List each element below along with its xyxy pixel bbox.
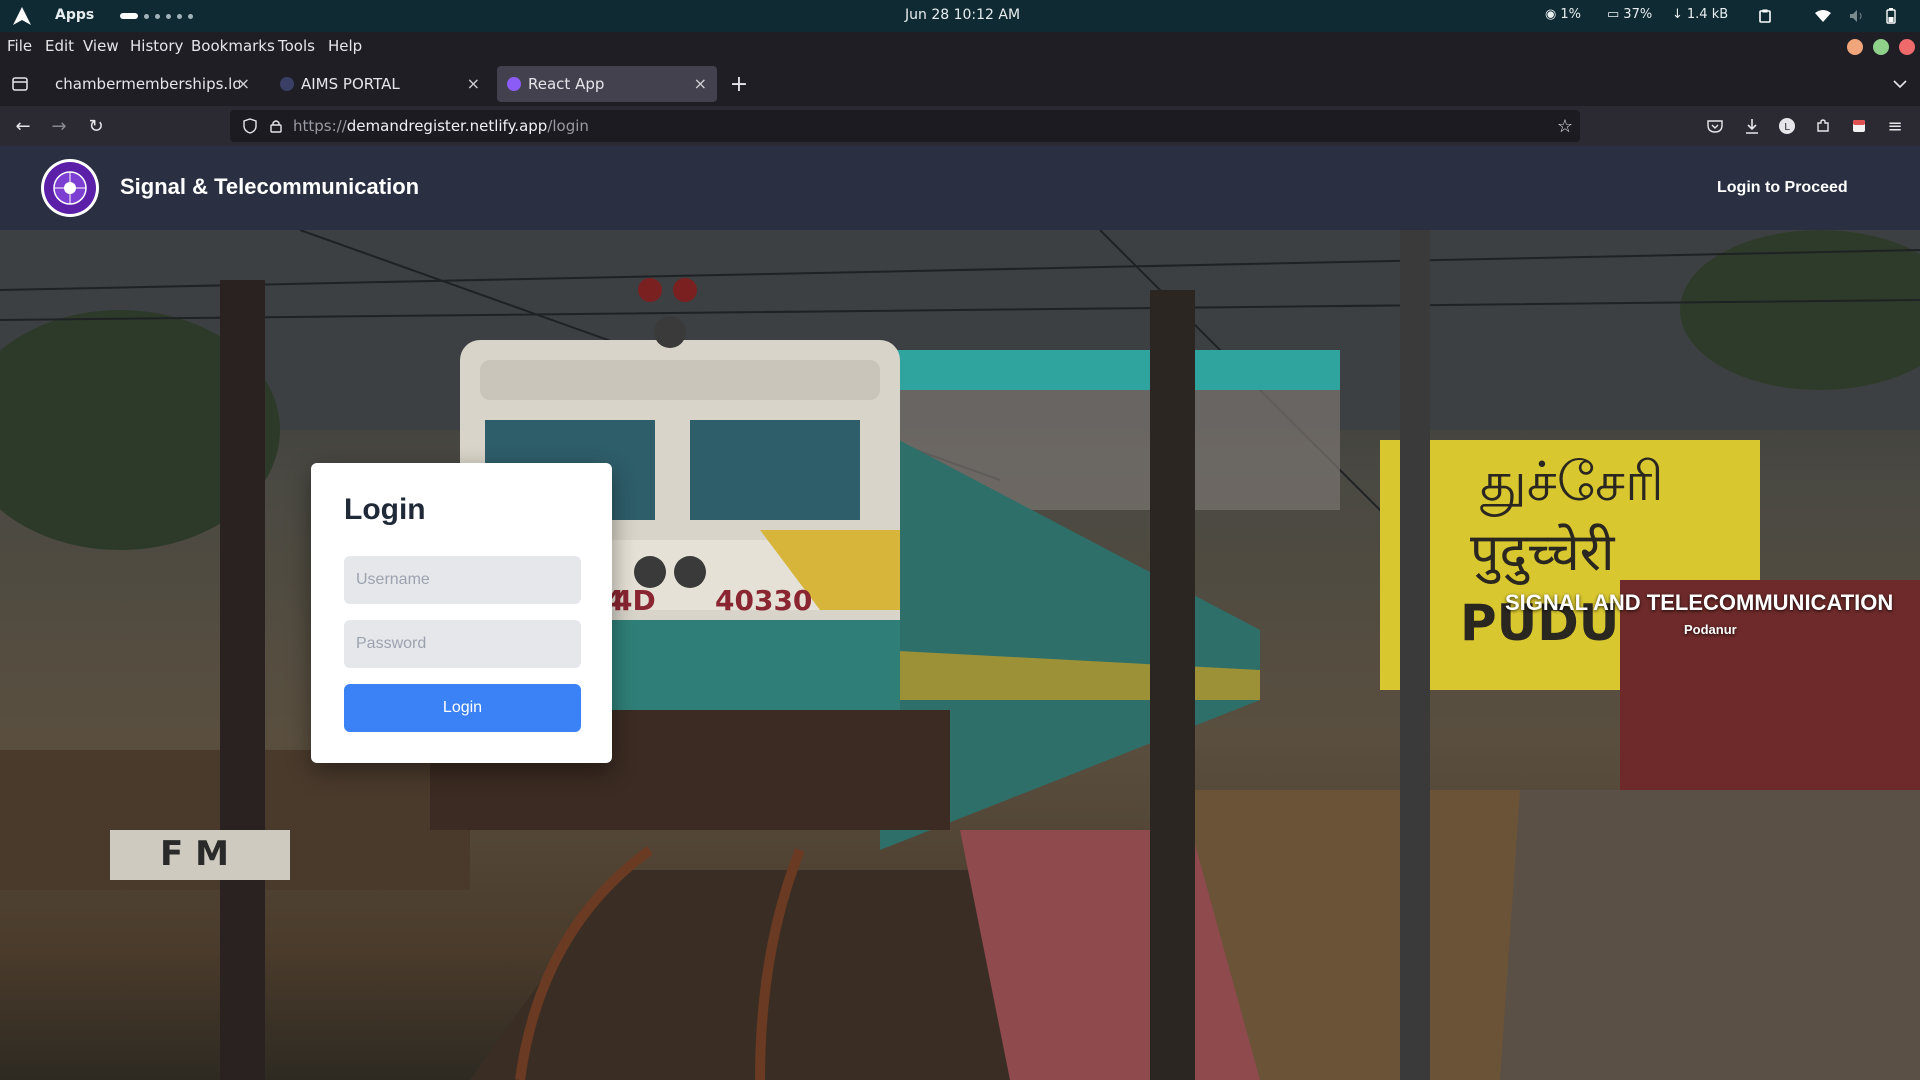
indian-railways-logo-icon[interactable] [40, 158, 100, 218]
pocket-icon[interactable] [1703, 114, 1727, 138]
memory-icon: ▭ [1607, 7, 1620, 22]
loco-number-text: 40330 [715, 584, 812, 617]
svg-text:L: L [1784, 122, 1790, 133]
tab-title: React App [528, 75, 605, 93]
lock-icon[interactable] [264, 114, 288, 138]
web-page: Signal & Telecommunication Login to Proc… [0, 146, 1920, 1080]
clipboard-icon[interactable] [1756, 7, 1774, 25]
url-scheme: https:// [293, 117, 347, 135]
tab-react-app[interactable]: React App × [497, 66, 717, 102]
wifi-icon[interactable] [1814, 7, 1832, 25]
downloads-icon[interactable] [1740, 114, 1764, 138]
memory-indicator: ▭ 37% [1607, 7, 1652, 22]
loco-prefix-text: 4D [613, 584, 656, 617]
login-to-proceed-link[interactable]: Login to Proceed [1717, 179, 1848, 197]
tab-overview-icon[interactable] [8, 72, 32, 96]
login-card: Login Login [311, 463, 612, 763]
login-button[interactable]: Login [344, 684, 581, 732]
new-tab-button[interactable]: + [727, 72, 751, 97]
railway-station-photo: துச்சேரி पुदुच्चेरी PUDUCH 4 4D 40330 F … [0, 230, 1920, 1080]
shield-icon[interactable] [238, 114, 262, 138]
extension-red-icon[interactable] [1847, 114, 1871, 138]
close-tab-icon[interactable]: × [237, 74, 250, 93]
battery-icon[interactable] [1882, 7, 1900, 25]
site-brand-title[interactable]: Signal & Telecommunication [120, 174, 419, 200]
apps-button[interactable]: Apps [55, 7, 94, 23]
sign-hindi-text: पुदुच्चेरी [1470, 523, 1616, 585]
workspace-indicator[interactable] [120, 13, 193, 19]
menu-view[interactable]: View [83, 37, 119, 55]
fm-marker-text: F M [160, 834, 229, 874]
tab-bar: chambermemberships.lokes × AIMS PORTAL ×… [0, 62, 1920, 106]
cpu-indicator: ◉ 1% [1545, 7, 1581, 22]
aims-favicon-icon [280, 77, 294, 91]
browser-menubar: File Edit View History Bookmarks Tools H… [0, 32, 1920, 62]
list-all-tabs-icon[interactable] [1888, 72, 1912, 96]
hero-subtitle: Podanur [1684, 622, 1737, 637]
download-arrow-icon: ↓ [1672, 7, 1683, 22]
menu-tools[interactable]: Tools [278, 37, 315, 55]
memory-value: 37% [1623, 7, 1653, 22]
clock[interactable]: Jun 28 10:12 AM [905, 7, 1020, 23]
menu-edit[interactable]: Edit [45, 37, 74, 55]
maximize-window-button[interactable] [1873, 39, 1889, 55]
hamburger-menu-icon[interactable]: ≡ [1883, 114, 1907, 138]
extensions-icon[interactable] [1811, 114, 1835, 138]
cpu-value: 1% [1560, 7, 1581, 22]
password-input[interactable] [344, 620, 581, 668]
site-header: Signal & Telecommunication Login to Proc… [0, 146, 1920, 230]
menu-history[interactable]: History [130, 37, 183, 55]
url-text[interactable]: https://demandregister.netlify.app/login [293, 117, 589, 135]
url-path: /login [547, 117, 589, 135]
cpu-icon: ◉ [1545, 7, 1557, 22]
reload-icon[interactable]: ↻ [84, 114, 108, 138]
username-input[interactable] [344, 556, 581, 604]
login-heading: Login [344, 493, 426, 526]
menu-help[interactable]: Help [328, 37, 362, 55]
close-tab-icon[interactable]: × [694, 74, 707, 93]
tab-chambermemberships[interactable]: chambermemberships.lokes × [40, 66, 260, 102]
close-tab-icon[interactable]: × [467, 74, 480, 93]
volume-icon[interactable] [1848, 7, 1866, 25]
menu-file[interactable]: File [7, 37, 32, 55]
tab-aims-portal[interactable]: AIMS PORTAL × [270, 66, 490, 102]
hero-background: துச்சேரி पुदुच्चेरी PUDUCH 4 4D 40330 F … [0, 230, 1920, 1080]
tab-title: AIMS PORTAL [301, 75, 400, 93]
hero-title: SIGNAL AND TELECOMMUNICATION [1505, 590, 1894, 615]
react-favicon-icon [507, 77, 521, 91]
url-bar[interactable]: https://demandregister.netlify.app/login… [230, 110, 1580, 142]
url-host: demandregister.netlify.app [346, 117, 548, 135]
network-value: 1.4 kB [1686, 7, 1729, 22]
menu-bookmarks[interactable]: Bookmarks [191, 37, 275, 55]
account-avatar-icon[interactable]: L [1775, 114, 1799, 138]
navigation-toolbar: ← → ↻ https://demandregister.netlify.app… [0, 106, 1920, 146]
bookmark-star-icon[interactable]: ☆ [1553, 114, 1577, 138]
arch-logo-icon[interactable] [12, 6, 32, 26]
os-top-bar: Apps Jun 28 10:12 AM ◉ 1% ▭ 37% ↓ 1.4 kB [0, 0, 1920, 32]
network-indicator: ↓ 1.4 kB [1672, 7, 1728, 22]
tab-title: chambermemberships.lokes [55, 75, 240, 93]
minimize-window-button[interactable] [1847, 39, 1863, 55]
sign-tamil-text: துச்சேரி [1480, 450, 1664, 517]
close-window-button[interactable] [1899, 39, 1915, 55]
forward-arrow-icon[interactable]: → [47, 114, 71, 138]
back-arrow-icon[interactable]: ← [11, 114, 35, 138]
